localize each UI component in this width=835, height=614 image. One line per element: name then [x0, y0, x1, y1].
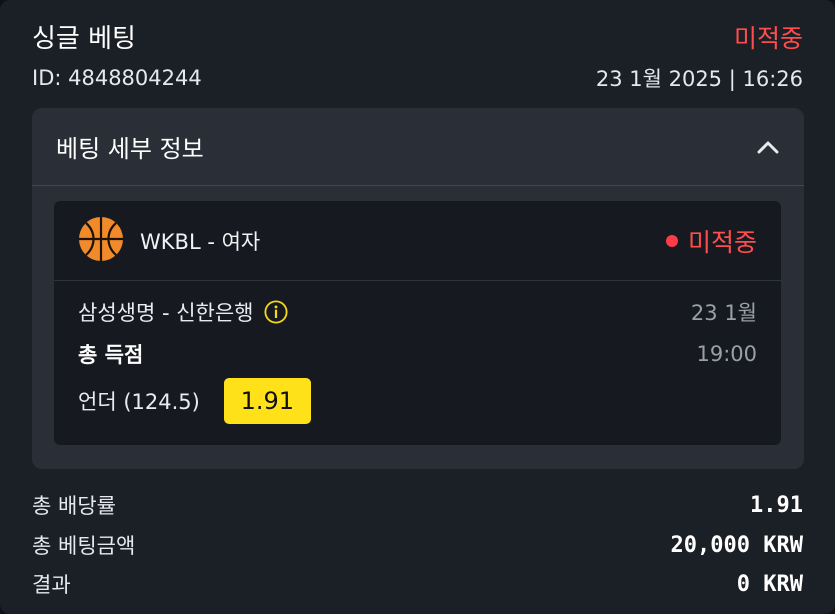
- info-icon[interactable]: [263, 300, 288, 324]
- bet-type-title: 싱글 베팅: [32, 24, 136, 54]
- league-info: WKBL - 여자: [78, 216, 260, 266]
- bet-meta: ID: 4848804244 23 1월 2025 | 16:26: [32, 63, 803, 93]
- match-row: 삼성생명 - 신한은행 23 1월: [78, 297, 757, 327]
- match-date: 23 1월: [690, 301, 757, 325]
- total-odds-row: 총 배당률 1.91: [32, 490, 803, 520]
- bet-details-title: 베팅 세부 정보: [56, 135, 204, 163]
- bet-header: 싱글 베팅 미적중: [32, 18, 803, 55]
- selection-row: 언더 (124.5) 1.91: [78, 378, 757, 424]
- selection-name: 언더 (124.5): [78, 390, 200, 414]
- bet-datetime: 23 1월 2025 | 16:26: [595, 67, 803, 91]
- event-status: 미적중: [665, 223, 757, 259]
- total-odds-value: 1.91: [750, 492, 803, 518]
- total-stake-value: 20,000 KRW: [670, 532, 803, 558]
- result-row: 결과 0 KRW: [32, 569, 803, 599]
- result-value: 0 KRW: [736, 571, 803, 597]
- market-row: 총 득점 19:00: [78, 339, 757, 369]
- odds-badge[interactable]: 1.91: [223, 378, 311, 424]
- basketball-icon: [78, 216, 124, 266]
- total-stake-label: 총 베팅금액: [32, 534, 136, 558]
- total-stake-row: 총 베팅금액 20,000 KRW: [32, 530, 803, 560]
- match-time: 19:00: [696, 342, 757, 366]
- total-odds-label: 총 배당률: [32, 494, 116, 518]
- selection-wrap: 언더 (124.5) 1.91: [78, 378, 311, 424]
- event-card: WKBL - 여자 미적중 삼성생명 - 신한은행 23 1월 총 득점 19:…: [54, 201, 781, 445]
- match-name-wrap: 삼성생명 - 신한은행: [78, 297, 288, 327]
- league-name: WKBL - 여자: [140, 229, 261, 254]
- event-header: WKBL - 여자 미적중: [54, 201, 781, 281]
- bet-id: ID: 4848804244: [32, 66, 202, 90]
- bet-card: 싱글 베팅 미적중 ID: 4848804244 23 1월 2025 | 16…: [0, 0, 835, 614]
- chevron-up-icon[interactable]: [756, 135, 780, 159]
- bet-status: 미적중: [733, 23, 803, 53]
- bet-details-panel: 베팅 세부 정보 WKBL - 여자 미적중 삼성생명 - 신한은행 23 1월…: [32, 108, 804, 469]
- market-name: 총 득점: [78, 343, 144, 367]
- result-label: 결과: [32, 573, 71, 597]
- match-name: 삼성생명 - 신한은행: [78, 301, 254, 325]
- status-dot-icon: [665, 234, 678, 247]
- event-status-text: 미적중: [687, 227, 757, 257]
- bet-details-header[interactable]: 베팅 세부 정보: [32, 108, 804, 186]
